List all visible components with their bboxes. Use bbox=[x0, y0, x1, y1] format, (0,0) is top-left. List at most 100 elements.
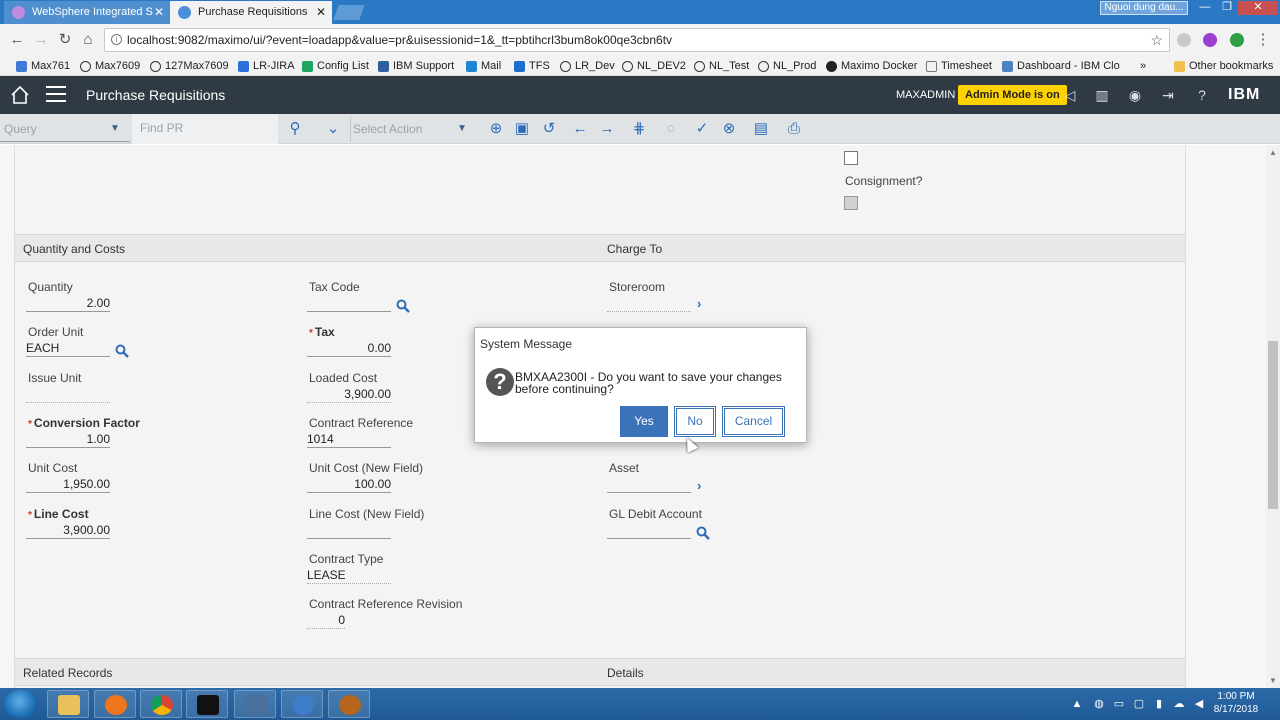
bookmarks-overflow[interactable]: » bbox=[1130, 58, 1146, 74]
search-icon[interactable] bbox=[696, 526, 710, 540]
help-icon[interactable]: ? bbox=[1193, 86, 1211, 104]
bookmark-timesheet[interactable]: Timesheet bbox=[924, 58, 992, 74]
line-cost-new-field[interactable] bbox=[307, 521, 391, 539]
taskbar-app[interactable] bbox=[234, 690, 276, 718]
taskbar-tomcat[interactable] bbox=[328, 690, 370, 718]
new-record-icon[interactable]: ⊕ bbox=[487, 120, 505, 138]
forward-icon[interactable]: → bbox=[32, 31, 50, 49]
home-icon[interactable]: ⌂ bbox=[79, 31, 97, 49]
line-cost-field[interactable]: 3,900.00 bbox=[26, 521, 110, 539]
tax-code-field[interactable] bbox=[307, 294, 391, 312]
undo-icon[interactable]: ↺ bbox=[540, 120, 558, 138]
search-icon[interactable] bbox=[396, 299, 410, 313]
bookmark-star-icon[interactable]: ☆ bbox=[1150, 29, 1163, 51]
window-user-badge[interactable]: Nguoi dung dau... bbox=[1100, 1, 1188, 15]
next-record-icon[interactable]: → bbox=[598, 120, 616, 138]
bookmark-nl-prod[interactable]: NL_Prod bbox=[756, 58, 816, 74]
scroll-thumb[interactable] bbox=[1268, 341, 1278, 509]
bookmark-max761[interactable]: Max761 bbox=[14, 58, 70, 74]
cancel-record-icon[interactable]: ⊗ bbox=[720, 120, 738, 138]
close-tab-icon[interactable]: ✕ bbox=[316, 1, 326, 24]
tab-purchase-requisitions[interactable]: Purchase Requisitions ✕ bbox=[170, 1, 332, 24]
bookmark-dashboard[interactable]: Dashboard - IBM Clo bbox=[1000, 58, 1120, 74]
taskbar-network-app[interactable] bbox=[281, 690, 323, 718]
network-icon[interactable]: ▮ bbox=[1152, 697, 1166, 711]
conversion-factor-field[interactable]: 1.00 bbox=[26, 430, 110, 448]
taskbar-firefox[interactable] bbox=[94, 690, 136, 718]
unit-cost-field[interactable]: 1,950.00 bbox=[26, 475, 110, 493]
extension-purple-icon[interactable] bbox=[1203, 33, 1217, 47]
contract-reference-field[interactable]: 1014 bbox=[307, 430, 391, 448]
section-quantity-costs[interactable]: Quantity and Costs bbox=[15, 234, 599, 262]
bookmark-lr-dev[interactable]: LR_Dev bbox=[558, 58, 615, 74]
admin-mode-badge[interactable]: Admin Mode is on bbox=[958, 85, 1067, 105]
unit-cost-new-field[interactable]: 100.00 bbox=[307, 475, 391, 493]
bookmark-mail[interactable]: Mail bbox=[464, 58, 501, 74]
bookmark-nl-test[interactable]: NL_Test bbox=[692, 58, 749, 74]
scroll-down-icon[interactable]: ▼ bbox=[1268, 676, 1278, 685]
info-icon[interactable]: i bbox=[111, 34, 122, 45]
new-tab-button[interactable] bbox=[333, 5, 365, 20]
browser-menu-icon[interactable]: ⋮ bbox=[1254, 31, 1272, 49]
extension-green-icon[interactable] bbox=[1230, 33, 1244, 47]
extension-cloud-icon[interactable] bbox=[1177, 33, 1191, 47]
minimize-button[interactable]: — bbox=[1194, 1, 1216, 15]
volume-icon[interactable]: ◀ bbox=[1192, 697, 1206, 711]
bookmark-maximo-docker[interactable]: Maximo Docker bbox=[824, 58, 917, 74]
sign-out-icon[interactable]: ⇥ bbox=[1159, 86, 1177, 104]
taskbar-terminal[interactable] bbox=[186, 690, 228, 718]
search-icon[interactable]: ⚲ bbox=[286, 120, 304, 138]
find-pr-input[interactable]: Find PR bbox=[132, 114, 278, 144]
tax-field[interactable]: 0.00 bbox=[307, 339, 391, 357]
query-select[interactable]: Query ▼ bbox=[0, 116, 130, 142]
bookmark-nl-dev2[interactable]: NL_DEV2 bbox=[620, 58, 686, 74]
previous-record-icon[interactable]: ← bbox=[571, 120, 589, 138]
cloud-icon[interactable]: ☁ bbox=[1172, 697, 1186, 711]
document-icon[interactable]: ▤ bbox=[752, 120, 770, 138]
other-bookmarks[interactable]: Other bookmarks bbox=[1172, 58, 1273, 74]
tray-window-icon[interactable]: ▢ bbox=[1132, 697, 1146, 711]
scrollbar[interactable]: ▲ ▼ bbox=[1266, 145, 1280, 688]
checkbox[interactable] bbox=[844, 151, 858, 165]
show-hidden-icons[interactable]: ▲ bbox=[1070, 697, 1084, 711]
section-details[interactable]: Details bbox=[599, 658, 1185, 686]
bulletin-icon[interactable]: ◁ bbox=[1061, 86, 1079, 104]
select-action-dropdown[interactable]: Select Action ▼ bbox=[350, 116, 472, 142]
go-to-storeroom-icon[interactable]: › bbox=[697, 296, 701, 311]
home-icon[interactable] bbox=[10, 85, 30, 105]
clock[interactable]: 1:00 PM 8/17/2018 bbox=[1208, 690, 1264, 716]
back-icon[interactable]: ← bbox=[8, 31, 26, 49]
tray-app-icon[interactable]: ◍ bbox=[1092, 697, 1106, 711]
yes-button[interactable]: Yes bbox=[620, 406, 668, 437]
taskbar-explorer[interactable] bbox=[47, 690, 89, 718]
section-charge-to[interactable]: Charge To bbox=[599, 234, 1185, 262]
reports-icon[interactable]: ▥ bbox=[1093, 86, 1111, 104]
search-icon[interactable] bbox=[115, 344, 129, 358]
profile-icon[interactable]: ◉ bbox=[1126, 86, 1144, 104]
storeroom-field[interactable] bbox=[607, 294, 691, 312]
cancel-button[interactable]: Cancel bbox=[722, 406, 785, 437]
window-close-button[interactable]: ✕ bbox=[1238, 1, 1278, 15]
consignment-checkbox[interactable] bbox=[844, 196, 858, 210]
bookmark-config-list[interactable]: Config List bbox=[300, 58, 369, 74]
reload-icon[interactable]: ↻ bbox=[56, 31, 74, 49]
print-icon[interactable]: ⎙ bbox=[785, 120, 803, 138]
gl-debit-field[interactable] bbox=[607, 521, 691, 539]
section-related-records[interactable]: Related Records bbox=[15, 658, 599, 686]
tab-websphere[interactable]: WebSphere Integrated S ✕ bbox=[4, 1, 170, 24]
approve-icon[interactable]: ✓ bbox=[693, 120, 711, 138]
bookmark-max7609[interactable]: Max7609 bbox=[78, 58, 140, 74]
start-button[interactable] bbox=[4, 690, 38, 718]
order-unit-field[interactable]: EACH bbox=[26, 339, 110, 357]
go-to-asset-icon[interactable]: › bbox=[697, 478, 701, 493]
maximize-button[interactable]: ❐ bbox=[1216, 1, 1238, 15]
bookmark-127max7609[interactable]: 127Max7609 bbox=[148, 58, 229, 74]
menu-icon[interactable] bbox=[46, 86, 66, 104]
bookmark-lr-jira[interactable]: LR-JIRA bbox=[236, 58, 295, 74]
url-input[interactable]: i localhost:9082/maximo/ui/?event=loadap… bbox=[104, 28, 1170, 52]
save-icon[interactable]: ▣ bbox=[513, 120, 531, 138]
bookmark-ibm-support[interactable]: IBM Support bbox=[376, 58, 454, 74]
taskbar-chrome[interactable] bbox=[140, 690, 182, 718]
tray-display-icon[interactable]: ▭ bbox=[1112, 697, 1126, 711]
close-tab-icon[interactable]: ✕ bbox=[154, 1, 164, 24]
